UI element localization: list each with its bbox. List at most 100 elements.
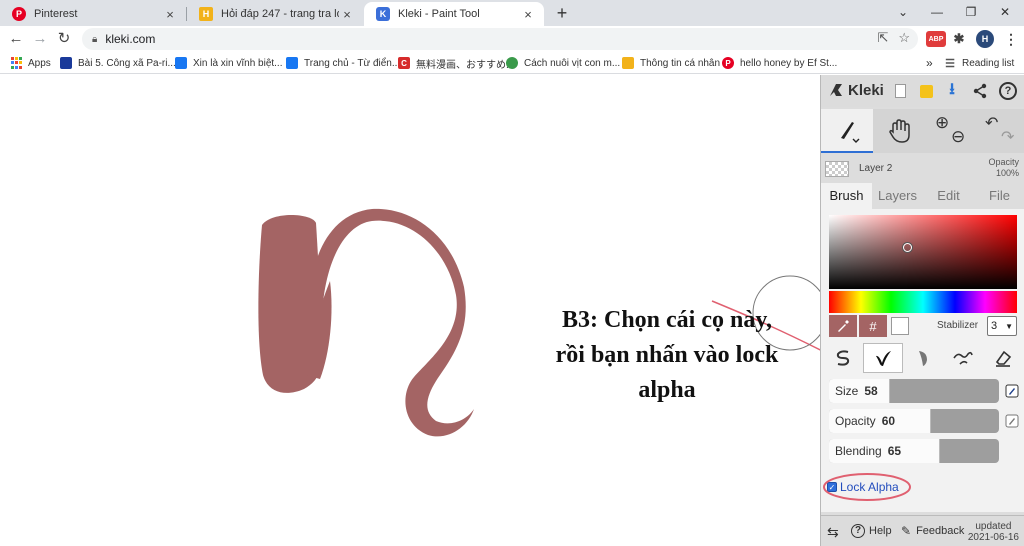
updated-date: 2021-06-16	[967, 532, 1019, 543]
updated-info[interactable]: updated 2021-06-16	[968, 521, 1019, 543]
extensions-icon[interactable]: ✱	[950, 30, 968, 48]
tab-brush[interactable]: Brush	[821, 183, 872, 209]
sidebar-footer: ⇆ ? Help ✎ Feedback updated 2021-06-16	[821, 515, 1024, 546]
bookmark-item[interactable]: Cách nuôi vịt con m...	[506, 56, 620, 70]
bookmark-label: Apps	[28, 57, 51, 69]
layer-opacity-label: Opacity	[988, 157, 1019, 167]
eyedropper-button[interactable]	[829, 315, 857, 337]
sketchy-brush-icon	[953, 351, 973, 365]
brush-type-row	[821, 343, 1024, 373]
new-tab-button[interactable]: +	[552, 3, 572, 23]
drawing-canvas[interactable]: B3: Chọn cái cọ này, rồi bạn nhấn vào lo…	[0, 75, 820, 546]
tab-kleki[interactable]: K Kleki - Paint Tool ×	[364, 2, 544, 26]
hand-tool-button[interactable]	[875, 109, 925, 153]
blending-slider[interactable]: Blending 65	[829, 439, 999, 463]
share-icon[interactable]: ⇱	[877, 30, 888, 46]
color-picker-cursor[interactable]	[903, 243, 912, 252]
opacity-slider[interactable]: Opacity 60	[829, 409, 999, 433]
redo-icon[interactable]: ↷	[1001, 127, 1014, 147]
tab-edit[interactable]: Edit	[923, 183, 974, 209]
tab-search-icon[interactable]: ⌄	[886, 0, 920, 26]
help-button[interactable]: ? Help	[851, 524, 892, 538]
restore-button[interactable]: ❐	[954, 0, 988, 26]
reload-button[interactable]: ↻	[54, 29, 74, 49]
blending-label-text: Blending	[835, 444, 882, 458]
size-slider[interactable]: Size 58	[829, 379, 999, 403]
eyedropper-icon	[838, 320, 849, 332]
bookmark-item[interactable]: P hello honey by Ef St...	[722, 56, 837, 70]
download-icon[interactable]: ⭳	[943, 81, 961, 100]
zoom-in-icon[interactable]: ⊕	[935, 113, 949, 133]
bookmark-item[interactable]: Bài 5. Công xã Pa-ri...	[60, 56, 176, 70]
tab-hoidap[interactable]: H Hỏi đáp 247 - trang tra loi ×	[187, 2, 363, 26]
swap-sides-icon[interactable]: ⇆	[827, 524, 839, 541]
share-icon[interactable]	[971, 82, 989, 100]
kleki-logo-icon	[830, 84, 842, 96]
bookmark-item[interactable]: Trang chủ - Từ điển...	[286, 56, 400, 70]
pen-pressure-icon[interactable]	[1005, 414, 1019, 428]
zoom-out-icon[interactable]: ⊖	[951, 127, 965, 147]
bookmark-label: Bài 5. Công xã Pa-ri...	[78, 57, 176, 69]
pen-pressure-icon[interactable]	[1005, 384, 1019, 398]
close-icon[interactable]: ×	[162, 7, 178, 22]
secondary-color-swatch[interactable]	[891, 317, 909, 335]
close-icon[interactable]: ×	[339, 7, 355, 22]
tab-file[interactable]: File	[974, 183, 1024, 209]
hex-input-button[interactable]: #	[859, 315, 887, 337]
feedback-button[interactable]: ✎ Feedback	[901, 524, 964, 538]
undo-icon[interactable]: ↶	[985, 113, 998, 133]
new-image-icon[interactable]	[891, 82, 909, 100]
pen-brush-icon	[876, 351, 891, 366]
menu-icon[interactable]: ⋮	[1002, 30, 1020, 48]
bookmark-item[interactable]: Thông tin cá nhân	[622, 56, 720, 70]
brush-panel: # Stabilizer 3 ▼ Size 58 Opacity 60 Blen…	[821, 209, 1024, 512]
feedback-label: Feedback	[916, 525, 965, 537]
url-text: kleki.com	[105, 32, 156, 46]
bookmark-star-icon[interactable]: ☆	[898, 30, 910, 46]
brush-tool-button[interactable]	[821, 109, 873, 153]
profile-avatar[interactable]: H	[976, 30, 994, 48]
bookmark-label: hello honey by Ef St...	[740, 57, 838, 69]
brush-icon	[841, 122, 860, 143]
adblock-icon[interactable]: ABP	[926, 31, 946, 47]
layer-preview[interactable]: Layer 2 Opacity 100%	[821, 155, 1024, 183]
back-button[interactable]: ←	[6, 29, 26, 49]
tab-pinterest[interactable]: P Pinterest ×	[0, 2, 186, 26]
bookmarks-more-button[interactable]: »	[926, 56, 933, 70]
minimize-button[interactable]: —	[920, 0, 954, 26]
apps-grid-icon	[10, 57, 22, 69]
stabilizer-select[interactable]: 3 ▼	[987, 316, 1017, 336]
tab-layers[interactable]: Layers	[872, 183, 923, 209]
blending-label: Blending 65	[835, 444, 901, 458]
color-tools: # Stabilizer 3 ▼	[829, 315, 1017, 337]
bookmark-item[interactable]: C 無料漫画、おすすめ...	[398, 56, 514, 71]
lock-icon[interactable]: 🔒︎	[92, 34, 97, 45]
save-icon[interactable]	[917, 82, 935, 100]
logo-text: Kleki	[848, 81, 884, 99]
forward-button[interactable]: →	[30, 29, 50, 49]
brush-type-eraser[interactable]	[983, 343, 1023, 373]
bookmark-favicon	[60, 57, 72, 69]
pinterest-icon: P	[12, 7, 26, 21]
brush-type-blend[interactable]	[903, 343, 943, 373]
tab-title: Kleki - Paint Tool	[398, 8, 480, 20]
feedback-icon: ✎	[901, 524, 912, 538]
help-icon[interactable]: ?	[999, 82, 1017, 100]
brush-type-pen[interactable]	[863, 343, 903, 373]
bookmark-apps[interactable]: Apps	[10, 56, 51, 70]
chevron-down-icon: ▼	[1005, 321, 1013, 331]
size-value: 58	[864, 384, 878, 398]
history-tools: ↶ ↷	[975, 109, 1024, 153]
brush-type-sketchy[interactable]	[943, 343, 983, 373]
address-bar[interactable]: 🔒︎ kleki.com ⇱ ☆	[82, 28, 918, 50]
hue-slider[interactable]	[829, 291, 1017, 313]
brush-type-lasso[interactable]	[823, 343, 863, 373]
saturation-value-picker[interactable]	[829, 215, 1017, 289]
close-window-button[interactable]: ✕	[988, 0, 1022, 26]
bookmark-item[interactable]: Xin là xin vĩnh biệt...	[175, 56, 283, 70]
lasso-brush-icon	[836, 350, 850, 366]
sidebar-tabs: Brush Layers Edit File	[821, 183, 1024, 209]
reading-list-button[interactable]: ☰ Reading list	[944, 56, 1014, 70]
close-icon[interactable]: ×	[520, 7, 536, 22]
hand-icon	[889, 119, 910, 143]
